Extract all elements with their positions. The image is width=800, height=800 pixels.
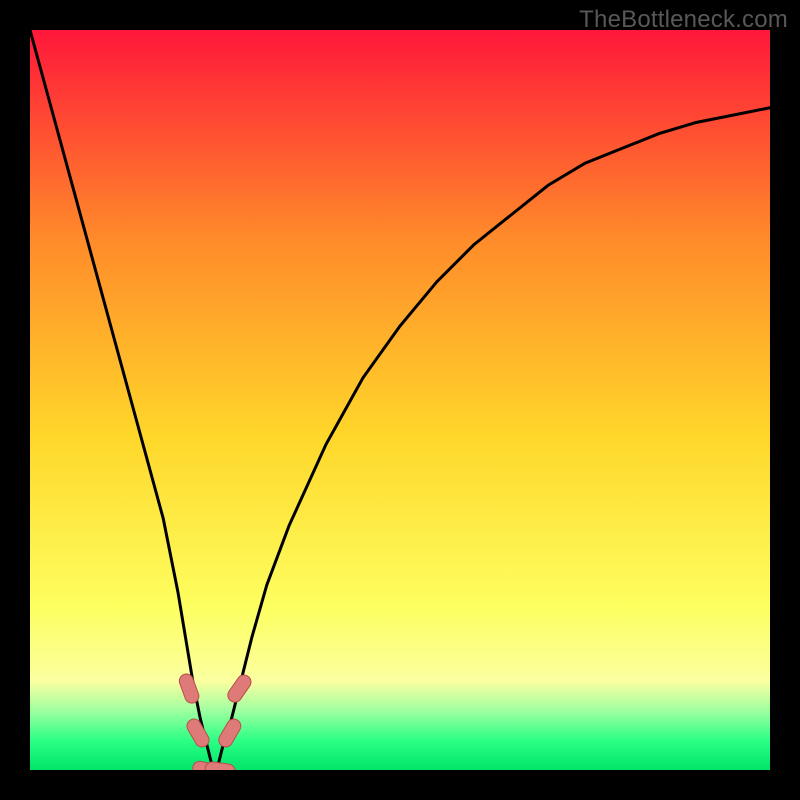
gradient-background — [30, 30, 770, 770]
chart-frame: TheBottleneck.com — [0, 0, 800, 800]
plot-area — [30, 30, 770, 770]
bottleneck-chart — [30, 30, 770, 770]
